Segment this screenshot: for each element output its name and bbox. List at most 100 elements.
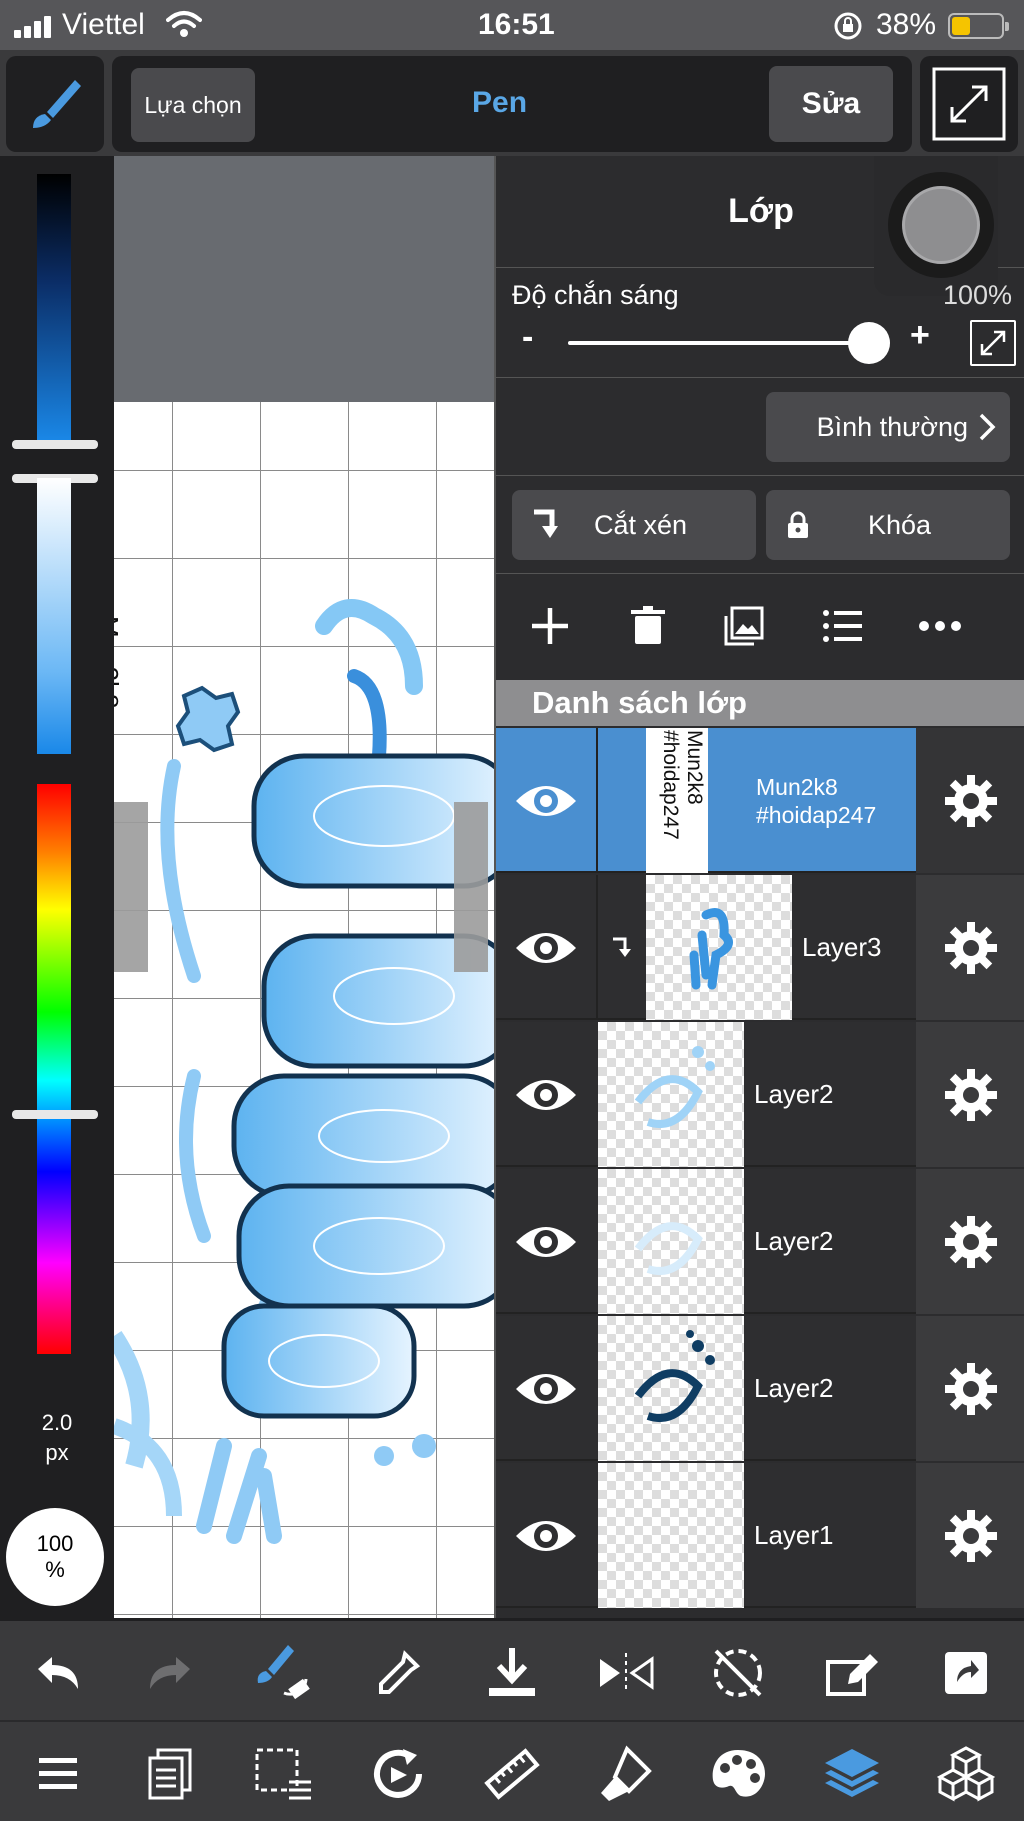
color-palette-button[interactable]: [708, 1744, 768, 1804]
brightness-slider-dark[interactable]: [37, 174, 71, 442]
expand-icon: [932, 67, 1006, 141]
share-button[interactable]: [936, 1643, 996, 1703]
gear-icon: [945, 1362, 997, 1415]
rotate-reset-button[interactable]: [708, 1643, 768, 1703]
gear-icon: [945, 1215, 997, 1268]
layer-thumbnail: [646, 875, 792, 1020]
import-image-button[interactable]: [722, 604, 766, 648]
rotate-reset-icon: [714, 1649, 762, 1697]
brush-swap-icon: [257, 1645, 310, 1700]
chevron-right-icon: [979, 413, 996, 441]
right-scroll-grip[interactable]: [454, 802, 488, 972]
flip-button[interactable]: [596, 1643, 656, 1703]
layer-settings-button[interactable]: [916, 1169, 1024, 1314]
brush-size-unit: px: [45, 1440, 69, 1465]
selection-icon: [255, 1748, 311, 1800]
layer-row[interactable]: Layer2: [496, 1022, 1024, 1167]
signal-icon: [14, 16, 56, 38]
layer-visibility-toggle[interactable]: [496, 1022, 596, 1167]
edit-button[interactable]: Sửa: [769, 66, 893, 142]
opacity-expand-button[interactable]: [970, 320, 1016, 366]
drawing-canvas[interactable]: Mun2k8: [114, 156, 494, 1618]
layer-settings-button[interactable]: [916, 1316, 1024, 1461]
layers-button[interactable]: [822, 1744, 882, 1804]
brightness-slider-light[interactable]: [37, 478, 71, 754]
layer-visibility-toggle[interactable]: [496, 1316, 596, 1461]
current-tool-name[interactable]: Pen: [472, 86, 527, 120]
layer-settings-button[interactable]: [916, 1463, 1024, 1608]
blend-mode-button[interactable]: Bình thường: [766, 392, 1010, 462]
status-bar: Viettel 16:51 38%: [0, 0, 1024, 50]
ruler-icon: [484, 1748, 540, 1800]
clock-time: 16:51: [478, 8, 555, 41]
select-button[interactable]: Lựa chọn: [131, 68, 255, 142]
rotate-view-icon: [374, 1749, 422, 1798]
eye-icon: [516, 785, 576, 816]
fill-tool-button[interactable]: [596, 1744, 656, 1804]
lock-button[interactable]: Khóa: [766, 490, 1010, 560]
hue-slider[interactable]: [37, 784, 71, 1354]
brush-opacity-button[interactable]: 100 %: [6, 1508, 104, 1606]
blend-mode-row: Bình thường: [496, 378, 1024, 476]
more-options-button[interactable]: [918, 604, 962, 648]
battery-icon: [948, 13, 1009, 39]
bottom-toolbar-tools: [0, 1720, 1024, 1821]
rotate-view-button[interactable]: [368, 1744, 428, 1804]
clipping-button[interactable]: Cắt xén: [512, 490, 756, 560]
layer-visibility-toggle[interactable]: [496, 1169, 596, 1314]
layer-row[interactable]: Layer2: [496, 1316, 1024, 1461]
clip-arrow-icon: [613, 937, 631, 957]
layer-opacity-slider[interactable]: [568, 341, 868, 345]
save-button[interactable]: [482, 1643, 542, 1703]
eyedropper-button[interactable]: [368, 1643, 428, 1703]
flip-horizontal-icon: [600, 1653, 654, 1693]
layer-list-button[interactable]: [820, 604, 864, 648]
brush-tool-button[interactable]: [6, 56, 104, 152]
layer-row[interactable]: Layer2: [496, 1169, 1024, 1314]
brush-swap-button[interactable]: [254, 1643, 314, 1703]
layers-icon: [825, 1749, 879, 1797]
layer-visibility-toggle[interactable]: [496, 875, 596, 1020]
layer-visibility-toggle[interactable]: [496, 728, 596, 873]
layer-visibility-toggle[interactable]: [496, 1463, 596, 1608]
ruler-button[interactable]: [482, 1744, 542, 1804]
brush-size-value[interactable]: 2.0: [0, 1410, 114, 1436]
add-layer-button[interactable]: [528, 604, 572, 648]
pages-button[interactable]: [140, 1744, 200, 1804]
carrier-name: Viettel: [62, 8, 145, 41]
hue-handle[interactable]: [12, 1110, 98, 1119]
artwork-drawing: [114, 599, 494, 1544]
materials-button[interactable]: [936, 1744, 996, 1804]
opacity-decrease-button[interactable]: -: [522, 318, 533, 357]
layer-row[interactable]: Layer1: [496, 1463, 1024, 1608]
brightness-handle[interactable]: [12, 440, 98, 449]
delete-layer-button[interactable]: [626, 604, 670, 648]
selection-button[interactable]: [254, 1744, 314, 1804]
layer-clip-indicator: [596, 875, 644, 1020]
thumbnail-text-line1: Mun2k8: [683, 730, 706, 805]
opacity-increase-button[interactable]: +: [910, 316, 930, 355]
brush-icon: [33, 80, 81, 128]
layer-thumbnail: [598, 1169, 744, 1314]
plus-icon: [532, 608, 568, 644]
eye-icon: [516, 1373, 576, 1404]
redo-button[interactable]: [140, 1643, 200, 1703]
list-icon: [823, 610, 862, 642]
fullscreen-button[interactable]: [920, 56, 1018, 152]
palette-icon: [712, 1750, 765, 1797]
menu-button[interactable]: [28, 1744, 88, 1804]
transform-button[interactable]: [822, 1643, 882, 1703]
layer-settings-button[interactable]: [916, 728, 1024, 873]
left-scroll-grip[interactable]: [114, 802, 148, 972]
layer-settings-button[interactable]: [916, 875, 1024, 1020]
layer-row[interactable]: Mun2k8 #hoidap247 Mun2k8 #hoidap247: [496, 728, 1024, 873]
undo-button[interactable]: [28, 1643, 88, 1703]
more-icon: [919, 621, 961, 631]
layer-thumbnail: [598, 1316, 744, 1461]
image-icon: [724, 606, 764, 646]
layer-settings-button[interactable]: [916, 1022, 1024, 1167]
brush-opacity-unit: %: [45, 1557, 65, 1582]
fill-tool-icon: [601, 1745, 652, 1801]
layer-opacity-slider-knob[interactable]: [848, 322, 890, 364]
layer-row[interactable]: Layer3: [496, 875, 1024, 1020]
